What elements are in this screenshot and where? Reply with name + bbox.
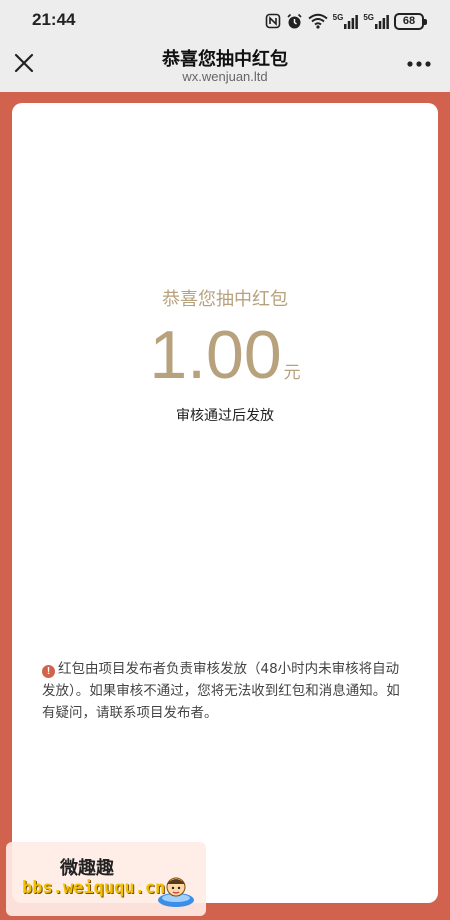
warning-icon: ! xyxy=(42,665,55,678)
congrats-title: 恭喜您抽中红包 xyxy=(162,289,288,310)
alarm-icon xyxy=(287,13,302,28)
notice-text-block: ! 红包由项目发布者负责审核发放（48小时内未审核将自动发放）。如果审核不通过，您… xyxy=(42,658,400,724)
signal-icon xyxy=(344,14,359,29)
amount-value: 1.00 xyxy=(149,317,282,393)
status-icons: 5G 5G 68 xyxy=(265,11,427,31)
more-icon[interactable] xyxy=(406,54,432,74)
network-label: 5G xyxy=(332,12,344,22)
network-label: 5G xyxy=(363,12,374,22)
status-bar: 21:44 5G 5G 68 xyxy=(0,0,450,40)
battery-level: 68 xyxy=(402,15,416,27)
nfc-icon xyxy=(265,13,280,29)
red-packet-card: 恭喜您抽中红包 1.00 元 审核通过后发放 xyxy=(12,103,438,903)
page-domain: wx.wenjuan.ltd xyxy=(182,69,268,84)
notice-text: 红包由项目发布者负责审核发放（48小时内未审核将自动发放）。如果审核不通过，您将… xyxy=(42,661,400,721)
watermark-url: bbs.weiququ.cn xyxy=(22,878,166,898)
amount-row: 1.00 元 xyxy=(12,317,438,393)
wifi-icon xyxy=(308,13,328,29)
watermark: 微趣趣 bbs.weiququ.cn xyxy=(6,842,206,916)
watermark-title: 微趣趣 xyxy=(60,858,114,879)
signal-group-2: 5G xyxy=(363,12,389,29)
signal-group-1: 5G xyxy=(332,12,359,29)
battery-icon: 68 xyxy=(394,12,427,30)
mascot-icon xyxy=(158,877,194,907)
status-time: 21:44 xyxy=(32,10,76,29)
nav-bar: 恭喜您抽中红包 wx.wenjuan.ltd xyxy=(0,40,450,92)
amount-unit: 元 xyxy=(283,363,301,383)
signal-icon xyxy=(375,14,389,29)
review-status: 审核通过后发放 xyxy=(176,408,274,424)
page-title: 恭喜您抽中红包 xyxy=(162,49,288,70)
